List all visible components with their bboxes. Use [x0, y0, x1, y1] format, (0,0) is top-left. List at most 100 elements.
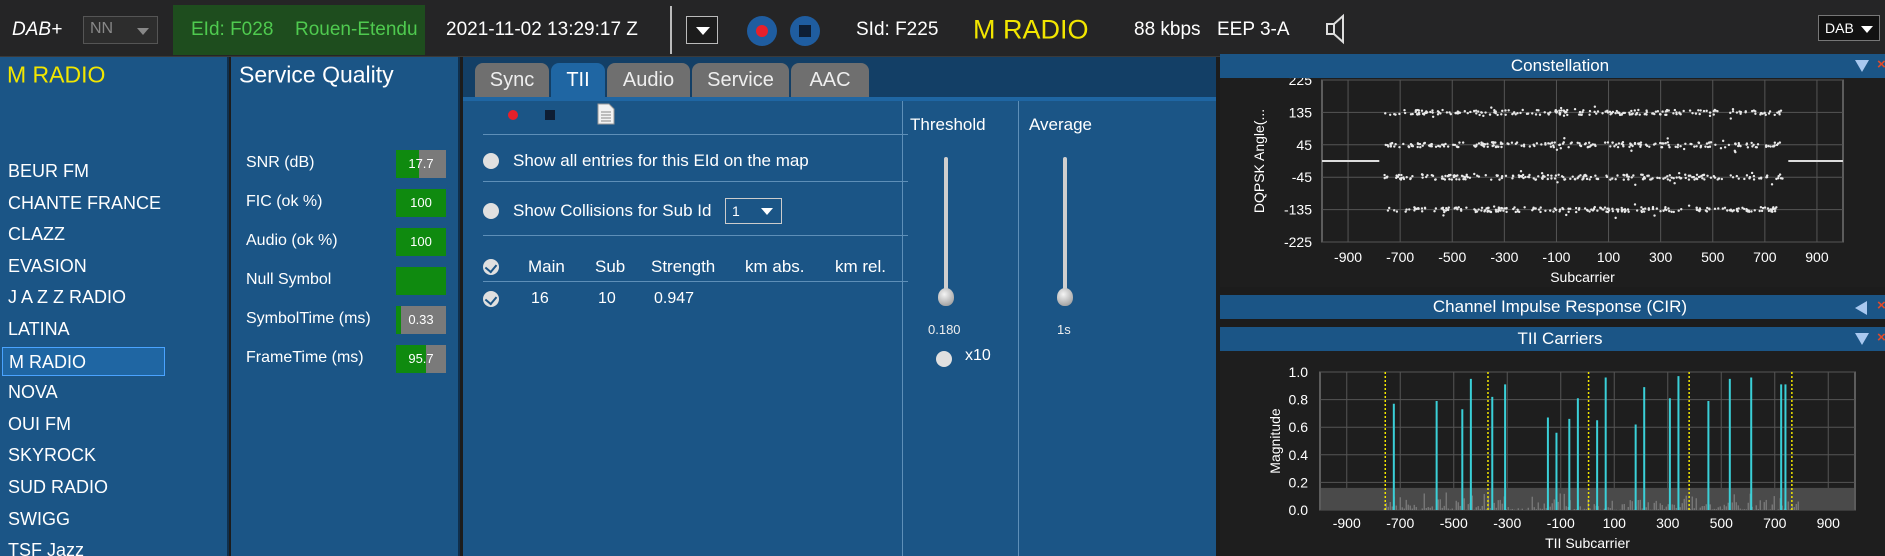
station-item[interactable]: NOVA	[2, 378, 165, 407]
constellation-point	[1656, 110, 1660, 113]
constellation-point	[1417, 207, 1420, 210]
record-button[interactable]	[747, 16, 777, 46]
constellation-point	[1635, 209, 1639, 212]
tab-audio[interactable]: Audio	[607, 63, 690, 97]
constellation-point	[1614, 178, 1617, 181]
constellation-point	[1706, 145, 1710, 149]
station-item[interactable]: SWIGG	[2, 505, 165, 534]
quality-label: Null Symbol	[246, 271, 332, 288]
constellation-point	[1420, 109, 1424, 112]
constellation-point	[1458, 141, 1461, 144]
constellation-point	[1592, 207, 1596, 210]
constellation-point	[1712, 175, 1716, 178]
constellation-point	[1695, 206, 1698, 209]
constellation-point	[1679, 145, 1682, 148]
constellation-point	[1606, 109, 1609, 113]
select-all-check-icon[interactable]	[483, 259, 499, 275]
close-icon[interactable]: ×	[1877, 56, 1885, 73]
station-item[interactable]: CHANTE FRANCE	[2, 189, 165, 218]
constellation-point	[1390, 141, 1394, 145]
constellation-point	[1682, 109, 1685, 113]
constellation-point	[1647, 207, 1651, 210]
constellation-point	[1680, 208, 1683, 211]
constellation-point	[1642, 210, 1646, 213]
station-item[interactable]: SKYROCK	[2, 441, 165, 470]
quality-bar: 17.7	[396, 150, 446, 178]
dock-toggle-icon[interactable]	[1855, 60, 1869, 72]
average-slider[interactable]	[1063, 157, 1067, 297]
station-item[interactable]: J A Z Z RADIO	[2, 283, 165, 312]
threshold-slider[interactable]	[944, 157, 948, 303]
constellation-point	[1548, 209, 1552, 212]
constellation-point	[1554, 109, 1557, 112]
constellation-point	[1726, 209, 1729, 212]
constellation-point	[1662, 209, 1665, 212]
station-item[interactable]: CLAZZ	[2, 220, 165, 249]
constellation-point	[1630, 149, 1633, 152]
constellation-point	[1648, 145, 1651, 148]
constellation-point	[1627, 178, 1630, 181]
tab-tii[interactable]: TII	[551, 63, 605, 97]
constellation-point	[1666, 178, 1670, 181]
constellation-point	[1407, 145, 1411, 149]
constellation-point	[1534, 113, 1538, 116]
y-tick-label: 0.0	[1289, 502, 1309, 518]
constellation-point	[1736, 210, 1740, 213]
nn-select[interactable]: NN	[83, 16, 158, 44]
constellation-point	[1486, 145, 1489, 148]
map-entries-radio[interactable]	[483, 153, 499, 169]
document-icon[interactable]	[597, 103, 615, 125]
dock-toggle-icon[interactable]	[1855, 301, 1867, 315]
x10-radio[interactable]	[936, 351, 952, 367]
constellation-point	[1490, 106, 1493, 109]
tab-service[interactable]: Service	[692, 63, 789, 97]
close-icon[interactable]: ×	[1877, 297, 1885, 314]
constellation-point	[1409, 143, 1413, 146]
tab-aac[interactable]: AAC	[791, 63, 869, 97]
constellation-point	[1719, 147, 1723, 150]
band-select[interactable]: DAB	[1818, 15, 1880, 41]
constellation-point	[1594, 174, 1597, 177]
constellation-point	[1402, 142, 1405, 146]
constellation-point	[1463, 110, 1467, 113]
constellation-point	[1514, 113, 1517, 116]
record-icon[interactable]	[508, 110, 518, 120]
constellation-point	[1496, 113, 1499, 117]
constellation-point	[1606, 141, 1610, 144]
constellation-point	[1484, 111, 1487, 114]
constellation-point	[1500, 113, 1503, 116]
dock-toggle-icon[interactable]	[1855, 333, 1869, 345]
sub-id-select[interactable]: 1	[725, 198, 782, 224]
station-item[interactable]: EVASION	[2, 252, 165, 281]
stop-button[interactable]	[790, 16, 820, 46]
stop-icon[interactable]	[545, 110, 555, 120]
tab-sync[interactable]: Sync	[475, 63, 549, 97]
constellation-point	[1622, 145, 1625, 148]
constellation-point	[1699, 208, 1702, 211]
station-item[interactable]: BEUR FM	[2, 157, 165, 186]
threshold-slider-handle[interactable]	[938, 287, 954, 306]
x10-label: x10	[965, 347, 991, 364]
constellation-point	[1418, 142, 1422, 146]
station-item[interactable]: LATINA	[2, 315, 165, 344]
constellation-point	[1436, 110, 1440, 113]
speaker-icon[interactable]	[1324, 13, 1352, 45]
constellation-point	[1431, 115, 1435, 118]
station-item[interactable]: TSF Jazz	[2, 536, 165, 556]
constellation-point	[1405, 176, 1408, 179]
constellation-point	[1438, 145, 1442, 148]
constellation-point	[1615, 109, 1619, 113]
station-item[interactable]: M RADIO	[2, 346, 165, 376]
close-icon[interactable]: ×	[1877, 329, 1885, 346]
constellation-point	[1624, 209, 1627, 213]
constellation-point	[1723, 206, 1727, 210]
collisions-radio[interactable]	[483, 203, 499, 219]
constellation-point	[1721, 207, 1725, 210]
constellation-point	[1398, 145, 1401, 149]
average-slider-handle[interactable]	[1057, 288, 1073, 306]
station-item[interactable]: SUD RADIO	[2, 473, 165, 502]
station-item[interactable]: OUI FM	[2, 410, 165, 439]
constellation-point	[1436, 113, 1440, 116]
menu-dropdown-button[interactable]	[686, 16, 718, 44]
row-check-icon[interactable]	[483, 291, 499, 307]
